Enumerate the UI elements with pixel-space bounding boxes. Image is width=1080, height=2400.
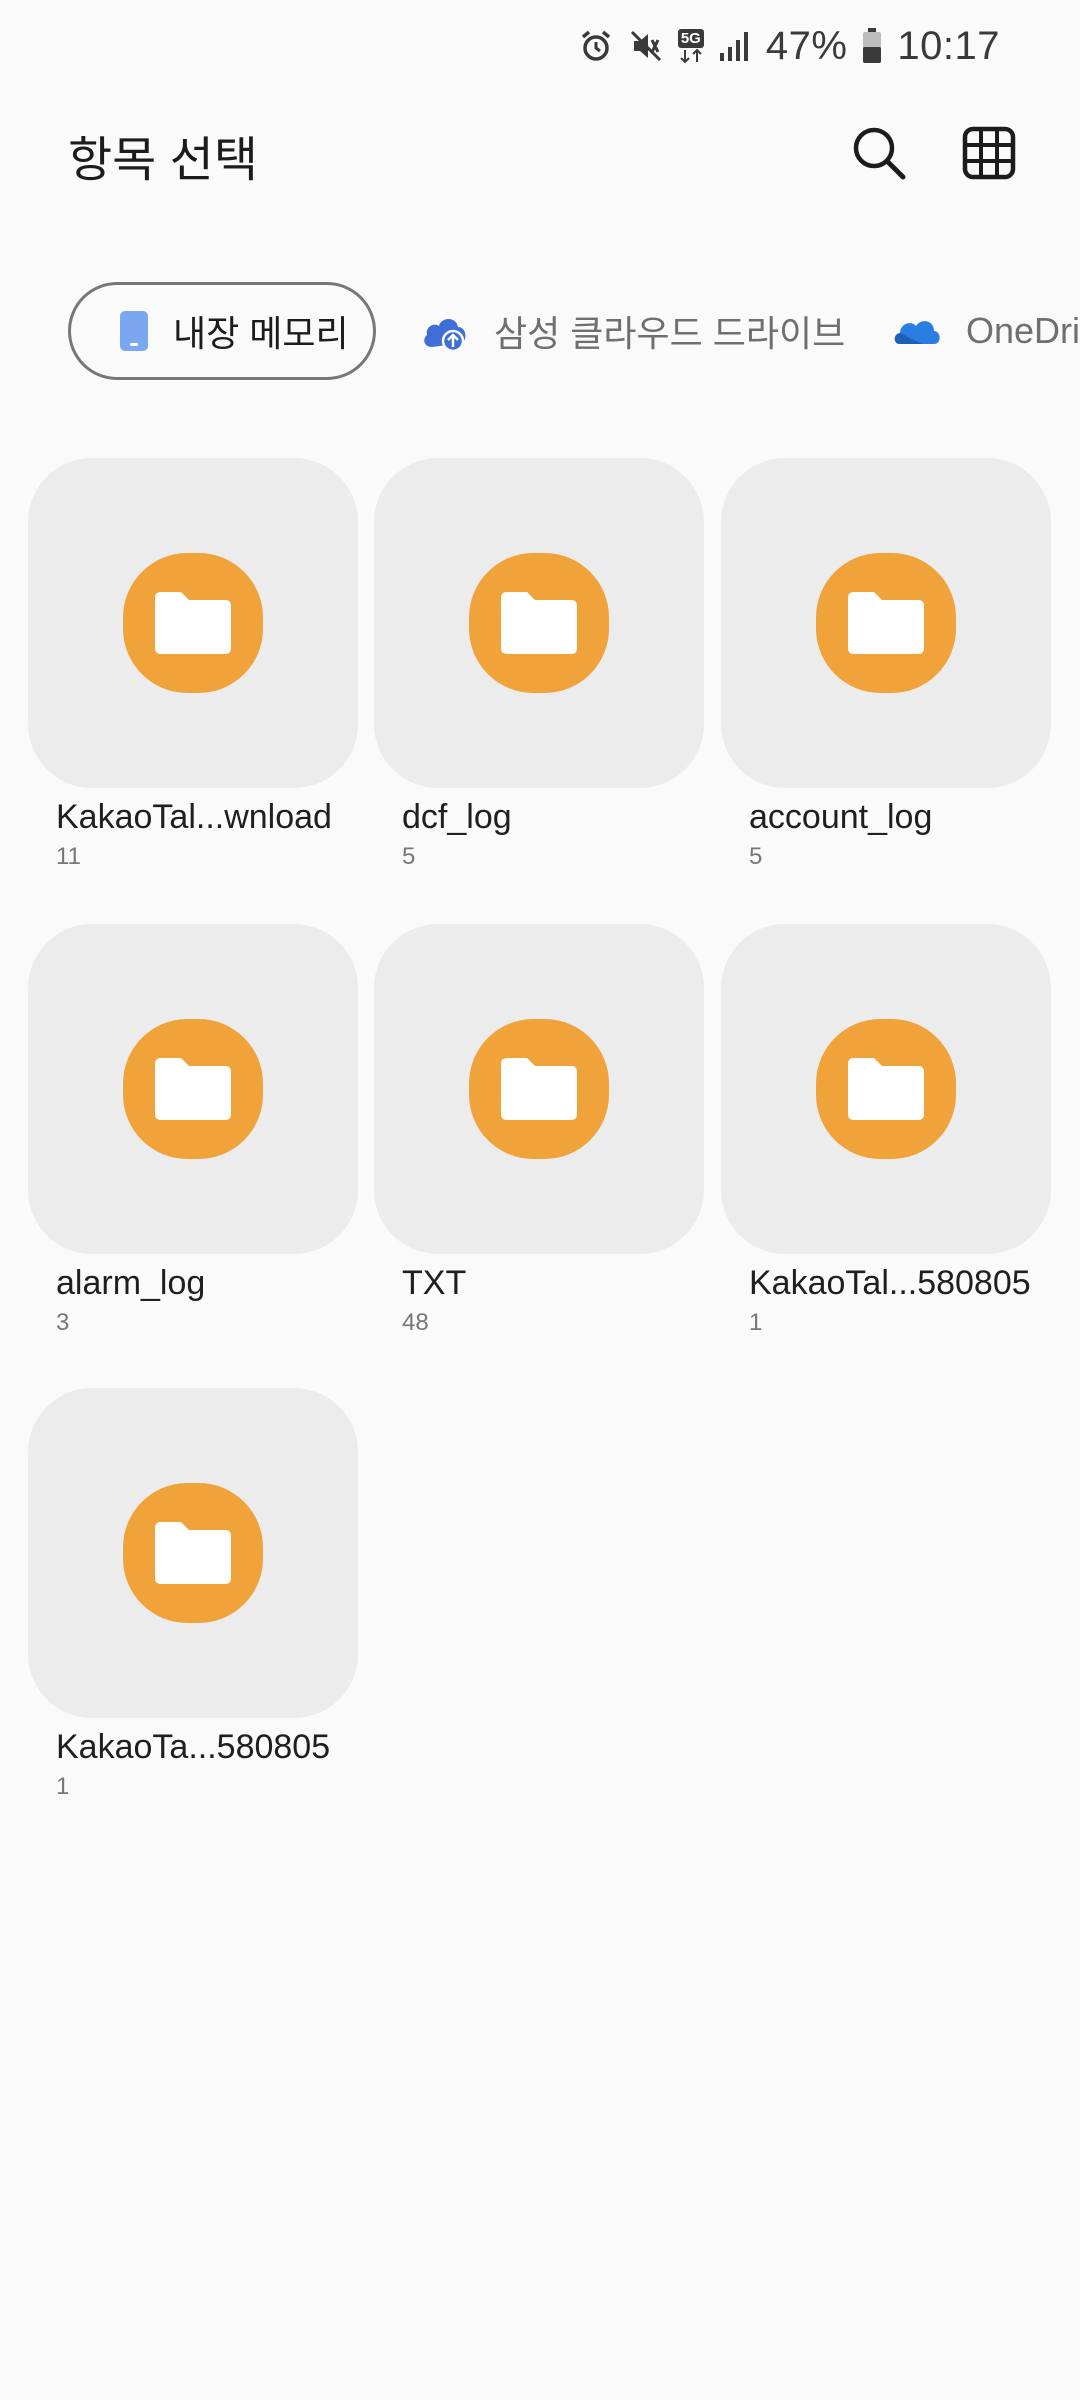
folder-tile[interactable]: TXT 48 <box>374 924 704 1337</box>
folder-name: KakaoTal...580805 <box>749 1264 1031 1302</box>
folder-name: KakaoTa...580805 <box>56 1728 331 1766</box>
folder-icon <box>123 1019 263 1159</box>
folder-tile[interactable]: KakaoTal...wnload 11 <box>28 458 358 871</box>
folder-thumbnail <box>374 458 704 788</box>
search-icon <box>851 125 907 186</box>
app-header: 항목 선택 <box>0 110 1080 200</box>
folder-thumbnail <box>721 458 1051 788</box>
signal-icon <box>718 29 752 63</box>
tab-onedrive[interactable]: OneDriv <box>892 282 1080 380</box>
folder-icon <box>469 1019 609 1159</box>
folder-tile[interactable]: account_log 5 <box>721 458 1051 871</box>
folder-icon <box>816 1019 956 1159</box>
mute-vibrate-icon <box>628 28 664 64</box>
folder-thumbnail <box>28 1388 358 1718</box>
status-icons: 5G 47% 10:17 <box>578 18 1000 74</box>
folder-thumbnail <box>374 924 704 1254</box>
folder-tile[interactable]: alarm_log 3 <box>28 924 358 1337</box>
page-title: 항목 선택 <box>68 134 258 187</box>
folder-item-count: 1 <box>749 1309 763 1336</box>
folder-item-count: 5 <box>402 843 416 870</box>
folder-icon <box>123 1483 263 1623</box>
folder-icon <box>816 553 956 693</box>
tab-label: 내장 메모리 <box>173 313 349 354</box>
folder-name: KakaoTal...wnload <box>56 798 332 836</box>
storage-tabs: 내장 메모리 삼성 클라우드 드라이브 OneDriv <box>0 282 1080 386</box>
folder-item-count: 11 <box>56 843 81 870</box>
folder-item-count: 3 <box>56 1309 70 1336</box>
search-button[interactable] <box>846 122 912 188</box>
folder-icon <box>123 553 263 693</box>
5g-icon: 5G <box>677 28 704 64</box>
folder-name: TXT <box>402 1264 467 1302</box>
folder-item-count: 5 <box>749 843 763 870</box>
folder-name: dcf_log <box>402 798 512 836</box>
tab-internal-storage[interactable]: 내장 메모리 <box>68 282 376 380</box>
folder-thumbnail <box>721 924 1051 1254</box>
battery-percent: 47% <box>765 23 848 68</box>
folder-tile[interactable]: KakaoTa...580805 1 <box>28 1388 358 1801</box>
tab-label: OneDriv <box>966 310 1080 351</box>
status-bar: 5G 47% 10:17 <box>0 0 1080 92</box>
phone-storage-icon <box>119 310 149 352</box>
folder-icon <box>469 553 609 693</box>
folder-name: account_log <box>749 798 933 836</box>
tab-label: 삼성 클라우드 드라이브 <box>494 313 846 354</box>
folder-name: alarm_log <box>56 1264 206 1302</box>
clock: 10:17 <box>897 23 1000 68</box>
grid-view-icon <box>962 126 1016 185</box>
folder-thumbnail <box>28 458 358 788</box>
folder-item-count: 48 <box>402 1309 429 1336</box>
grid-view-button[interactable] <box>956 122 1022 188</box>
cloud-upload-icon <box>420 311 470 351</box>
folder-tile[interactable]: dcf_log 5 <box>374 458 704 871</box>
folder-item-count: 1 <box>56 1773 70 1800</box>
alarm-icon <box>578 28 614 64</box>
folder-tile[interactable]: KakaoTal...580805 1 <box>721 924 1051 1337</box>
onedrive-icon <box>892 314 942 348</box>
tab-samsung-cloud-drive[interactable]: 삼성 클라우드 드라이브 <box>420 282 845 380</box>
battery-icon <box>861 27 883 65</box>
folder-thumbnail <box>28 924 358 1254</box>
